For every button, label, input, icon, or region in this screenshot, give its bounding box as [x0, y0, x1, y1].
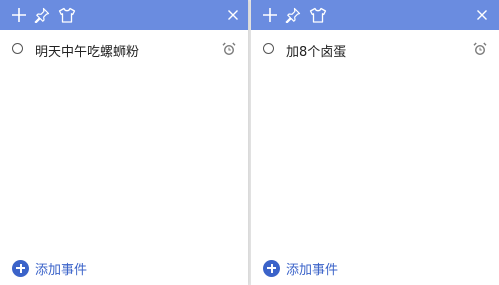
- add-icon: [263, 259, 280, 277]
- pin-icon[interactable]: [33, 5, 51, 25]
- sticky-note: 加8个卤蛋 添加事件: [251, 0, 499, 285]
- pin-icon[interactable]: [284, 5, 302, 25]
- add-event-label: 添加事件: [35, 262, 88, 278]
- task-item[interactable]: 明天中午吃螺蛳粉: [0, 40, 248, 60]
- add-event-button[interactable]: 添加事件: [263, 258, 338, 278]
- task-checkbox[interactable]: [12, 43, 23, 54]
- alarm-icon[interactable]: [222, 42, 236, 56]
- add-event-label: 添加事件: [286, 262, 339, 278]
- close-icon[interactable]: [224, 5, 242, 25]
- plus-icon[interactable]: [10, 5, 28, 25]
- add-event-button[interactable]: 添加事件: [12, 258, 87, 278]
- alarm-icon[interactable]: [473, 42, 487, 56]
- task-checkbox[interactable]: [263, 43, 274, 54]
- plus-icon[interactable]: [261, 5, 279, 25]
- task-text: 明天中午吃螺蛳粉: [35, 45, 140, 60]
- close-icon[interactable]: [473, 5, 491, 25]
- sticky-note: 明天中午吃螺蛳粉 添加事件: [0, 0, 248, 285]
- add-icon: [12, 259, 29, 277]
- note-titlebar[interactable]: [0, 0, 248, 30]
- task-text: 加8个卤蛋: [286, 45, 347, 60]
- sticky-notes-desktop: 明天中午吃螺蛳粉 添加事件 加8个卤蛋 添加事件: [0, 0, 499, 285]
- note-titlebar[interactable]: [251, 0, 499, 30]
- shirt-icon[interactable]: [58, 5, 76, 25]
- shirt-icon[interactable]: [309, 5, 327, 25]
- task-item[interactable]: 加8个卤蛋: [251, 40, 499, 60]
